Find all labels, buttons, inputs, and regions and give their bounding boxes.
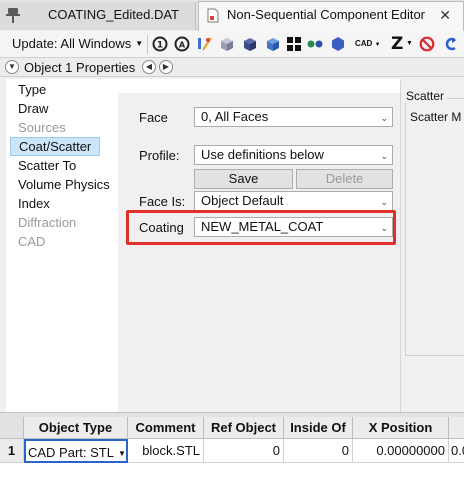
category-sources: Sources (18, 120, 66, 135)
toolbar-separator (147, 35, 148, 54)
face-is-value: Object Default (201, 193, 284, 208)
pin-icon (6, 8, 20, 23)
category-type[interactable]: Type (18, 81, 46, 98)
category-coat-scatter[interactable]: Coat/Scatter (10, 137, 101, 156)
object-grid: Object Type Comment Ref Object Inside Of… (0, 417, 464, 481)
dots-icon[interactable] (307, 36, 323, 52)
header-x-position[interactable]: X Position (353, 417, 449, 439)
object-type-value: CAD Part: STL (28, 445, 114, 460)
header-comment[interactable]: Comment (128, 417, 204, 439)
svg-text:1: 1 (157, 41, 163, 51)
properties-header: ▼ Object 1 Properties ◀ ▶ (0, 58, 464, 77)
chevron-down-icon: ▼ (135, 39, 144, 48)
face-value: 0, All Faces (201, 109, 269, 124)
delete-button: Delete (296, 169, 393, 189)
category-draw[interactable]: Draw (18, 100, 48, 117)
update-windows-label: Update: All Windows (12, 36, 132, 51)
properties-title: Object 1 Properties (24, 60, 136, 75)
profile-label: Profile: (139, 148, 180, 163)
toolbar: Update: All Windows ▼ 1 A CAD ▼ Z ▼ (0, 31, 464, 58)
header-object-type[interactable]: Object Type (24, 417, 128, 439)
header-next-column[interactable] (449, 417, 464, 439)
refresh-all-icon[interactable]: A (174, 36, 190, 52)
cell-ref-object[interactable]: 0 (204, 439, 284, 463)
chevron-down-icon: ▼ (374, 42, 381, 48)
solid-cube-icon[interactable] (242, 36, 258, 52)
collapse-icon[interactable]: ▼ (5, 60, 19, 74)
tab-label: Non-Sequential Component Editor (227, 7, 426, 22)
lens-wand-icon[interactable] (196, 36, 212, 52)
cell-inside-of[interactable]: 0 (284, 439, 353, 463)
row-number[interactable]: 1 (0, 439, 24, 463)
svg-text:A: A (179, 41, 186, 50)
cell-x-position[interactable]: 0.00000000 (353, 439, 449, 463)
tab-nsc-editor[interactable]: Non-Sequential Component Editor ✕ (198, 1, 464, 31)
update-windows-dropdown[interactable]: Update: All Windows ▼ (12, 36, 143, 51)
scatter-group-box (405, 98, 464, 356)
cell-comment[interactable]: block.STL (128, 439, 204, 463)
category-cad: CAD (18, 234, 46, 249)
grid-corner[interactable] (0, 417, 24, 439)
chevron-down-icon: ▼ (117, 449, 126, 458)
property-category-list: Type Draw Sources Coat/Scatter Scatter T… (6, 79, 118, 412)
face-label: Face (139, 110, 168, 125)
tab-label: COATING_Edited.DAT (48, 7, 179, 22)
chevron-down-icon: ⌄ (380, 151, 388, 161)
close-icon[interactable]: ✕ (439, 2, 451, 28)
header-inside-of[interactable]: Inside Of (284, 417, 353, 439)
cell-object-type[interactable]: CAD Part: STL ▼ (24, 439, 128, 463)
shaded-cube-icon[interactable] (219, 36, 235, 52)
undo-arrow-icon[interactable] (443, 36, 459, 52)
cell-next-column[interactable]: 0.0 (449, 439, 464, 463)
cad-menu[interactable]: CAD ▼ (355, 39, 381, 48)
chevron-down-icon: ⌄ (380, 113, 388, 123)
panel-top-strip (118, 79, 400, 93)
coat-scatter-panel (118, 79, 400, 412)
chevron-down-icon: ⌄ (380, 197, 388, 207)
profile-dropdown[interactable]: Use definitions below ⌄ (194, 145, 393, 165)
face-is-dropdown[interactable]: Object Default ⌄ (194, 191, 393, 211)
refresh-1-icon[interactable]: 1 (152, 36, 168, 52)
profile-value: Use definitions below (201, 147, 324, 162)
previous-object-icon[interactable]: ◀ (142, 60, 156, 74)
category-index[interactable]: Index (18, 195, 50, 212)
face-dropdown[interactable]: 0, All Faces ⌄ (194, 107, 393, 127)
category-scatter-to[interactable]: Scatter To (18, 157, 76, 174)
header-ref-object[interactable]: Ref Object (204, 417, 284, 439)
category-diffraction: Diffraction (18, 215, 77, 230)
scatter-pane (400, 79, 464, 412)
category-volume-physics[interactable]: Volume Physics (18, 176, 110, 193)
next-object-icon[interactable]: ▶ (159, 60, 173, 74)
scatter-group-label: Scatter (403, 89, 448, 103)
grid-icon[interactable] (286, 36, 302, 52)
document-icon (207, 8, 219, 23)
blue-cube-icon[interactable] (265, 36, 281, 52)
z-menu[interactable]: Z (391, 34, 403, 54)
hexagon-icon[interactable] (330, 36, 346, 52)
tab-coating-file[interactable]: COATING_Edited.DAT (0, 2, 196, 30)
document-tab-strip: COATING_Edited.DAT Non-Sequential Compon… (0, 0, 464, 31)
coating-highlight-box (126, 210, 396, 245)
scatter-mode-label: Scatter M (410, 110, 462, 124)
face-is-label: Face Is: (139, 194, 186, 209)
cad-label: CAD (355, 39, 373, 48)
chevron-down-icon: ▼ (406, 40, 413, 47)
save-button[interactable]: Save (194, 169, 293, 189)
no-entry-icon[interactable] (419, 36, 435, 52)
